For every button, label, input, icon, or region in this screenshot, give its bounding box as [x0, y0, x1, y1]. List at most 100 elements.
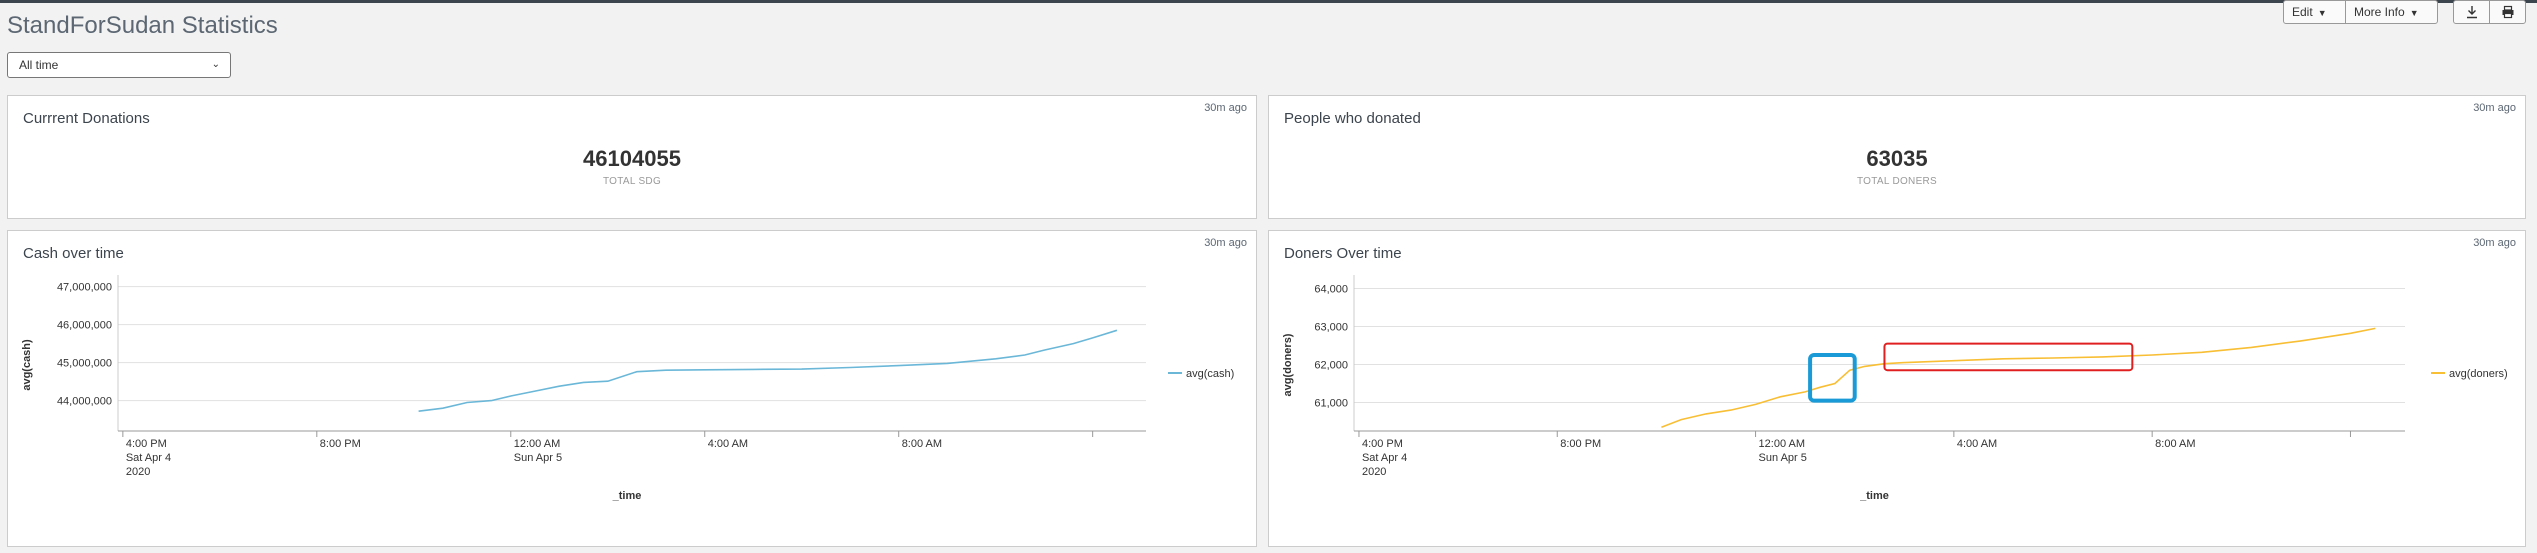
time-range-value: All time [19, 58, 59, 72]
edit-button-label: Edit [2292, 5, 2313, 19]
x-tick-label: Sun Apr 5 [1759, 452, 1807, 464]
doners-chart-panel: Doners Over time 30m ago 61,000 62,000 63,… [1268, 230, 2526, 547]
data-point [2052, 357, 2054, 359]
x-tick-label: 8:00 AM [2155, 438, 2195, 450]
data-point [1834, 383, 1836, 385]
x-axis-title: _time [1859, 490, 1889, 502]
data-point [2300, 340, 2302, 342]
data-point [636, 371, 638, 373]
people-panel-title: People who donated [1284, 110, 1421, 127]
data-point [1116, 330, 1118, 332]
top-bar [0, 0, 2537, 3]
x-tick-label: 8:00 PM [1560, 438, 1601, 450]
x-tick-label: 2020 [126, 466, 150, 478]
y-tick-label: 44,000,000 [57, 396, 112, 408]
download-icon [2466, 6, 2477, 19]
data-point [1024, 354, 1026, 356]
cash-chart-panel: Cash over time 30m ago 44,000,000 45,000,… [7, 230, 1257, 547]
download-button[interactable] [2453, 0, 2490, 24]
x-tick-label: Sat Apr 4 [126, 452, 171, 464]
data-point [1804, 391, 1806, 393]
people-panel: People who donated 30m ago 63035 TOTAL D… [1268, 95, 2526, 219]
edit-button[interactable]: Edit ▼ [2283, 0, 2346, 24]
data-point [2251, 347, 2253, 349]
data-point [534, 390, 536, 392]
x-tick-label: 2020 [1362, 466, 1386, 478]
x-tick-label: 12:00 AM [514, 438, 560, 450]
highlight-box-blue [1808, 353, 1857, 403]
x-axis-title: _time [612, 490, 642, 502]
data-point [583, 382, 585, 384]
data-point [607, 380, 609, 382]
donations-unit: TOTAL SDG [602, 176, 662, 187]
data-point [801, 368, 803, 370]
data-point [2003, 358, 2005, 360]
data-point [995, 358, 997, 360]
x-tick-label: 4:00 PM [1362, 438, 1403, 450]
y-axis-title: avg(cash) [21, 339, 33, 391]
data-point [466, 402, 468, 404]
chevron-down-icon: ▼ [2409, 8, 2419, 18]
data-point [418, 410, 420, 412]
y-tick-label: 47,000,000 [57, 282, 112, 294]
data-point [752, 369, 754, 371]
chevron-down-icon: ▼ [2317, 8, 2327, 18]
data-point [704, 369, 706, 371]
data-point [442, 407, 444, 409]
x-tick-label: 4:00 AM [708, 438, 748, 450]
y-tick-label: 63,000 [1314, 322, 1348, 334]
data-point [1730, 409, 1732, 411]
chevron-down-icon: ⌄ [211, 59, 220, 70]
cash-line-chart[interactable]: 44,000,000 45,000,000 46,000,000 47,000,000… [8, 231, 1256, 546]
people-value: 63035 [1866, 146, 1928, 171]
more-info-button-label: More Info [2354, 5, 2405, 19]
data-point [849, 367, 851, 369]
data-point [1849, 369, 1851, 371]
data-point [2374, 328, 2376, 330]
data-point [665, 369, 667, 371]
x-tick-label: 4:00 AM [1957, 438, 1997, 450]
y-tick-label: 45,000,000 [57, 358, 112, 370]
x-tick-label: 12:00 AM [1759, 438, 1805, 450]
data-point [1043, 349, 1045, 351]
people-unit: TOTAL DONERS [1856, 176, 1938, 187]
data-point [1092, 337, 1094, 339]
donations-panel: Currrent Donations 30m ago 46104055 TOTA… [7, 95, 1257, 219]
time-range-picker[interactable]: All time ⌄ [7, 52, 231, 78]
data-point [946, 363, 948, 365]
print-button[interactable] [2489, 0, 2526, 24]
x-tick-label: 8:00 AM [902, 438, 942, 450]
donations-updated-link[interactable]: 30m ago [1204, 102, 1247, 114]
series-line [418, 329, 1118, 412]
dashboard-title: StandForSudan Statistics [7, 12, 278, 39]
y-tick-label: 64,000 [1314, 284, 1348, 296]
data-point [898, 365, 900, 367]
data-point [510, 395, 512, 397]
print-icon [2502, 5, 2513, 19]
data-point [1705, 413, 1707, 415]
y-tick-label: 62,000 [1314, 360, 1348, 372]
data-point [491, 400, 493, 402]
data-point [2201, 352, 2203, 354]
data-point [2151, 354, 2153, 356]
data-point [1755, 404, 1757, 406]
legend-label: avg(cash) [1186, 368, 1234, 380]
more-info-button[interactable]: More Info ▼ [2345, 0, 2438, 24]
x-tick-label: Sun Apr 5 [514, 452, 562, 464]
x-tick-label: Sat Apr 4 [1362, 452, 1407, 464]
donations-panel-title: Currrent Donations [23, 110, 150, 127]
data-point [558, 385, 560, 387]
y-axis-title: avg(doners) [1282, 333, 1294, 396]
data-point [1680, 419, 1682, 421]
data-point [1072, 343, 1074, 345]
doners-line-chart[interactable]: 61,000 62,000 63,000 64,000 4:00 PM Sat Apr 4… [1269, 231, 2525, 546]
data-point [1661, 426, 1663, 428]
legend-label: avg(doners) [2449, 368, 2508, 380]
x-tick-label: 4:00 PM [126, 438, 167, 450]
donations-value: 46104055 [583, 146, 681, 171]
y-tick-label: 61,000 [1314, 398, 1348, 410]
people-updated-link[interactable]: 30m ago [2473, 102, 2516, 114]
x-tick-label: 8:00 PM [320, 438, 361, 450]
data-point [1864, 366, 1866, 368]
data-point [2102, 356, 2104, 358]
